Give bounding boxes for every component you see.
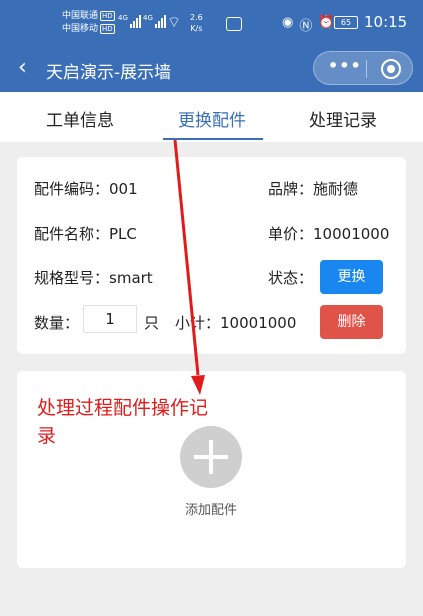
add-part-label[interactable]: 添加配件 bbox=[180, 499, 242, 518]
part-status-label: 状态： bbox=[268, 269, 314, 287]
part-name: 配件名称：PLC bbox=[34, 225, 137, 243]
hd-badge: HD bbox=[100, 24, 115, 34]
part-card: 配件编码：001 品牌：施耐德 配件名称：PLC 单价：10001000 规格型… bbox=[17, 157, 406, 354]
mini-program-capsule: ••• bbox=[313, 51, 413, 85]
active-tab-indicator bbox=[163, 138, 263, 140]
qty-unit: 只 bbox=[144, 314, 160, 332]
part-code: 配件编码：001 bbox=[34, 180, 138, 198]
eye-icon: ◉ bbox=[282, 15, 294, 30]
part-brand: 品牌：施耐德 bbox=[268, 180, 359, 198]
battery-icon: 65 bbox=[334, 16, 358, 29]
part-subtotal: 小计：10001000 bbox=[175, 314, 297, 332]
tab-process-record[interactable]: 处理记录 bbox=[309, 106, 377, 131]
system-icons: ◉ Ⓝ ⏰ bbox=[282, 15, 335, 34]
part-unit-price: 单价：10001000 bbox=[268, 225, 390, 243]
qty-label: 数量： bbox=[34, 314, 80, 332]
part-model: 规格型号：smart bbox=[34, 269, 153, 287]
wechat-icon bbox=[226, 17, 242, 31]
clock: 10:15 bbox=[364, 13, 408, 31]
tab-work-order-info[interactable]: 工单信息 bbox=[46, 106, 114, 131]
capsule-divider bbox=[366, 60, 367, 78]
carrier-2: 中国移动 bbox=[62, 24, 99, 34]
alarm-icon: ⏰ bbox=[318, 15, 335, 30]
tab-bar: 工单信息 更换配件 处理记录 bbox=[0, 92, 423, 142]
nfc-icon: Ⓝ bbox=[299, 19, 313, 34]
target-circle-icon[interactable] bbox=[381, 59, 401, 79]
delete-button[interactable]: 删除 bbox=[320, 305, 383, 339]
quantity-input[interactable]: 1 bbox=[83, 305, 137, 333]
carrier-info: 中国联通 HD 中国移动 HD bbox=[62, 10, 115, 36]
annotation-text: 处理过程配件操作记录 bbox=[37, 397, 209, 447]
signal-icon: 4G bbox=[118, 14, 141, 28]
chevron-left-icon[interactable]: ‹ bbox=[18, 56, 27, 80]
wifi-icon: ⌔ bbox=[167, 13, 182, 31]
signal-icon: 4G bbox=[143, 14, 166, 28]
carrier-1: 中国联通 bbox=[62, 11, 99, 21]
nav-bar: ‹ 天启演示-展示墙 ••• bbox=[0, 48, 423, 92]
status-bar: 中国联通 HD 中国移动 HD 4G 4G ⌔ 2.6 K/s ◉ Ⓝ ⏰ 65 1… bbox=[0, 0, 423, 48]
more-dots-icon[interactable]: ••• bbox=[328, 56, 362, 75]
page-title: 天启演示-展示墙 bbox=[46, 63, 172, 83]
hd-badge: HD bbox=[100, 11, 115, 21]
network-speed: 2.6 K/s bbox=[190, 13, 203, 33]
replace-button[interactable]: 更换 bbox=[320, 260, 383, 294]
tab-replace-parts[interactable]: 更换配件 bbox=[178, 106, 246, 131]
